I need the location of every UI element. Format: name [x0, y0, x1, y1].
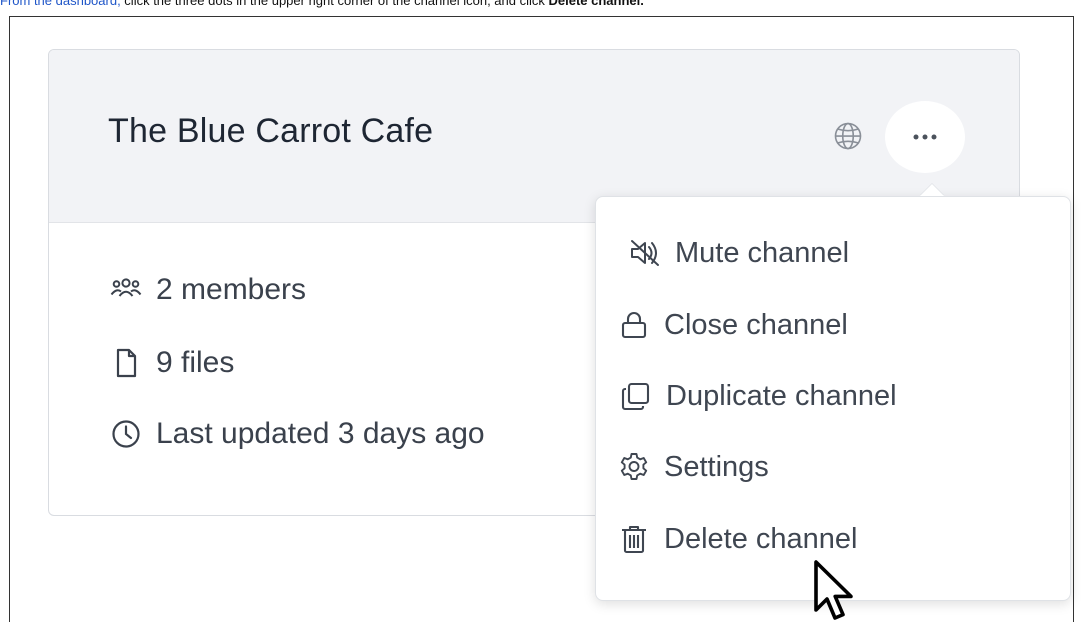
channel-title[interactable]: The Blue Carrot Cafe: [108, 112, 433, 151]
clock-icon: [112, 420, 140, 448]
globe-icon: [834, 122, 862, 150]
instruction-caption: From the dashboard, click the three dots…: [0, 0, 1081, 8]
updated-row: Last updated 3 days ago: [110, 416, 485, 452]
mute-icon: [631, 240, 659, 266]
instruction-lead: From the dashboard,: [0, 0, 121, 8]
members-row: 2 members: [110, 272, 306, 308]
channel-options-menu: Mute channel Close channel Duplicate cha…: [595, 196, 1071, 601]
menu-item-label: Delete channel: [664, 522, 858, 555]
lock-icon: [621, 311, 647, 339]
file-icon: [116, 348, 137, 378]
menu-item-label: Mute channel: [675, 236, 850, 269]
menu-pointer: [920, 184, 944, 196]
menu-item-label: Duplicate channel: [666, 379, 897, 412]
files-count: 9 files: [156, 346, 235, 379]
last-updated: Last updated 3 days ago: [156, 417, 485, 450]
gear-icon: [620, 453, 648, 480]
instruction-emphasis: Delete channel.: [548, 0, 644, 8]
screenshot: From the dashboard, click the three dots…: [0, 0, 1081, 622]
menu-item-settings[interactable]: Settings: [618, 438, 1081, 496]
duplicate-icon: [621, 382, 650, 411]
menu-item-close-channel[interactable]: Close channel: [618, 296, 1081, 354]
members-count: 2 members: [156, 273, 307, 306]
more-options-button[interactable]: [885, 101, 965, 173]
trash-icon: [622, 525, 646, 554]
instruction-text: click the three dots in the upper right …: [120, 0, 549, 8]
menu-item-duplicate-channel[interactable]: Duplicate channel: [620, 367, 1081, 425]
menu-item-label: Settings: [664, 450, 769, 483]
members-icon: [110, 278, 142, 297]
more-dots-icon: [913, 134, 937, 140]
files-row: 9 files: [110, 345, 234, 381]
menu-item-label: Close channel: [664, 308, 848, 341]
mouse-pointer-icon: [814, 560, 853, 620]
menu-item-mute-channel[interactable]: Mute channel: [629, 224, 1081, 282]
